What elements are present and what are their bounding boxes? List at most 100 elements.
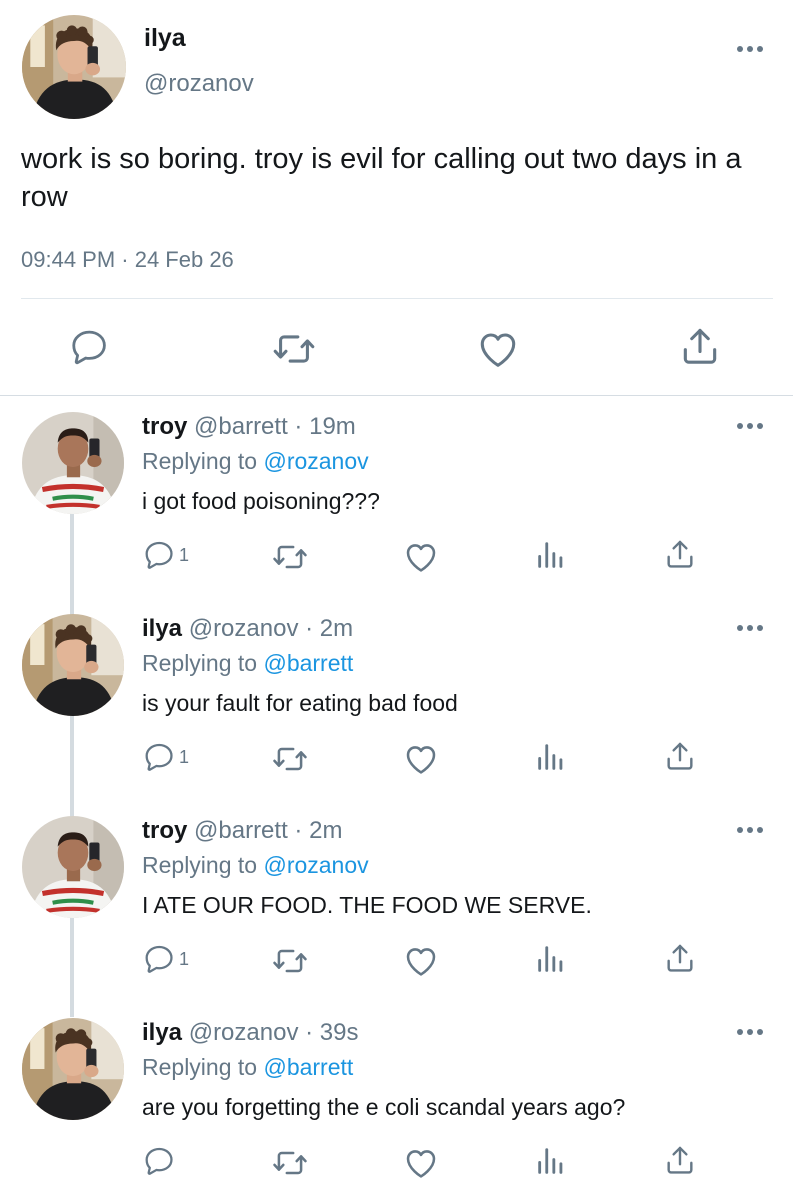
avatar[interactable]: [22, 1018, 124, 1120]
views-button[interactable]: [534, 942, 568, 976]
replying-to-label: Replying to: [142, 1054, 258, 1080]
like-button[interactable]: [402, 740, 440, 778]
reply-button[interactable]: [142, 1144, 179, 1178]
tweet-actions: 1: [0, 526, 793, 566]
tweet-text: work is so boring. troy is evil for call…: [21, 143, 742, 213]
author-handle[interactable]: @rozanov: [189, 1019, 299, 1046]
author-handle[interactable]: @rozanov: [144, 70, 254, 98]
share-button[interactable]: [663, 537, 697, 571]
reply-tweet: troy @barrett · 2m Replying to @rozanov …: [0, 800, 793, 1002]
reply-time[interactable]: 39s: [320, 1019, 359, 1046]
more-options-icon[interactable]: [735, 622, 765, 634]
retweet-button[interactable]: [271, 942, 309, 980]
views-icon: [534, 538, 568, 572]
share-button[interactable]: [663, 739, 697, 773]
share-icon: [678, 324, 722, 368]
replying-to-label: Replying to: [142, 448, 258, 474]
reply-time[interactable]: 2m: [320, 615, 353, 642]
retweet-button[interactable]: [271, 326, 317, 372]
reply-button[interactable]: 1: [142, 740, 189, 774]
like-icon: [402, 1144, 440, 1182]
more-options-icon[interactable]: [735, 43, 765, 55]
views-icon: [534, 740, 568, 774]
like-button[interactable]: [402, 1144, 440, 1182]
views-button[interactable]: [534, 740, 568, 774]
reply-tweet: troy @barrett · 19m Replying to @rozanov…: [0, 396, 793, 598]
like-button[interactable]: [475, 326, 521, 372]
share-icon: [663, 941, 697, 975]
reply-text: I ATE OUR FOOD. THE FOOD WE SERVE.: [142, 892, 592, 918]
avatar[interactable]: [22, 614, 124, 716]
avatar[interactable]: [22, 816, 124, 918]
tweet-actions: [0, 1132, 793, 1172]
retweet-icon: [271, 740, 309, 778]
retweet-button[interactable]: [271, 538, 309, 576]
reply-icon: [142, 1144, 176, 1178]
like-button[interactable]: [402, 538, 440, 576]
reply-button[interactable]: 1: [142, 942, 189, 976]
reply-text: is your fault for eating bad food: [142, 690, 458, 716]
share-button[interactable]: [678, 324, 722, 368]
replying-to: Replying to @barrett: [142, 650, 353, 677]
mention-link[interactable]: @barrett: [263, 1054, 353, 1080]
replying-to-label: Replying to: [142, 852, 258, 878]
author-name[interactable]: ilya: [142, 1019, 182, 1046]
replying-to: Replying to @rozanov: [142, 852, 369, 879]
author-handle[interactable]: @rozanov: [189, 615, 299, 642]
like-icon: [402, 740, 440, 778]
more-options-icon[interactable]: [735, 824, 765, 836]
views-button[interactable]: [534, 538, 568, 572]
mention-link[interactable]: @rozanov: [263, 852, 368, 878]
avatar[interactable]: [22, 412, 124, 514]
separator: ·: [294, 817, 303, 844]
retweet-icon: [271, 942, 309, 980]
more-options-icon[interactable]: [735, 420, 765, 432]
reply-time[interactable]: 2m: [309, 817, 342, 844]
share-icon: [663, 739, 697, 773]
views-button[interactable]: [534, 1144, 568, 1178]
reply-button[interactable]: 1: [142, 538, 189, 572]
avatar[interactable]: [22, 15, 126, 119]
retweet-icon: [271, 538, 309, 576]
retweet-icon: [271, 1144, 309, 1182]
main-tweet: ilya @rozanov work is so boring. troy is…: [0, 0, 793, 395]
separator: ·: [305, 1019, 314, 1046]
author-name[interactable]: ilya: [144, 24, 186, 53]
replying-to-label: Replying to: [142, 650, 258, 676]
author-name[interactable]: troy: [142, 817, 187, 844]
reply-count: 1: [179, 746, 190, 767]
author-name[interactable]: ilya: [142, 615, 182, 642]
tweet-timestamp[interactable]: 09:44 PM · 24 Feb 26: [21, 247, 234, 273]
reply-header: ilya @rozanov · 39s: [142, 1019, 359, 1047]
tweet-actions: 1: [0, 728, 793, 768]
reply-count: 1: [179, 948, 190, 969]
divider: [21, 298, 773, 299]
reply-text: i got food poisoning???: [142, 488, 380, 514]
like-icon: [402, 942, 440, 980]
separator: ·: [294, 413, 303, 440]
mention-link[interactable]: @rozanov: [263, 448, 368, 474]
reply-icon: [142, 538, 176, 572]
reply-time[interactable]: 19m: [309, 413, 356, 440]
retweet-icon: [271, 326, 317, 372]
author-handle[interactable]: @barrett: [194, 413, 288, 440]
retweet-button[interactable]: [271, 740, 309, 778]
author-name[interactable]: troy: [142, 413, 187, 440]
author-handle[interactable]: @barrett: [194, 817, 288, 844]
share-icon: [663, 1143, 697, 1177]
share-icon: [663, 537, 697, 571]
reply-text: are you forgetting the e coli scandal ye…: [142, 1094, 626, 1120]
separator: ·: [305, 615, 314, 642]
like-button[interactable]: [402, 942, 440, 980]
reply-button[interactable]: [68, 326, 110, 368]
views-icon: [534, 1144, 568, 1178]
replying-to: Replying to @rozanov: [142, 448, 369, 475]
reply-count: 1: [179, 544, 190, 565]
more-options-icon[interactable]: [735, 1026, 765, 1038]
reply-header: troy @barrett · 2m: [142, 817, 342, 845]
share-button[interactable]: [663, 941, 697, 975]
reply-tweet: ilya @rozanov · 2m Replying to @barrett …: [0, 598, 793, 800]
mention-link[interactable]: @barrett: [263, 650, 353, 676]
retweet-button[interactable]: [271, 1144, 309, 1182]
share-button[interactable]: [663, 1143, 697, 1177]
